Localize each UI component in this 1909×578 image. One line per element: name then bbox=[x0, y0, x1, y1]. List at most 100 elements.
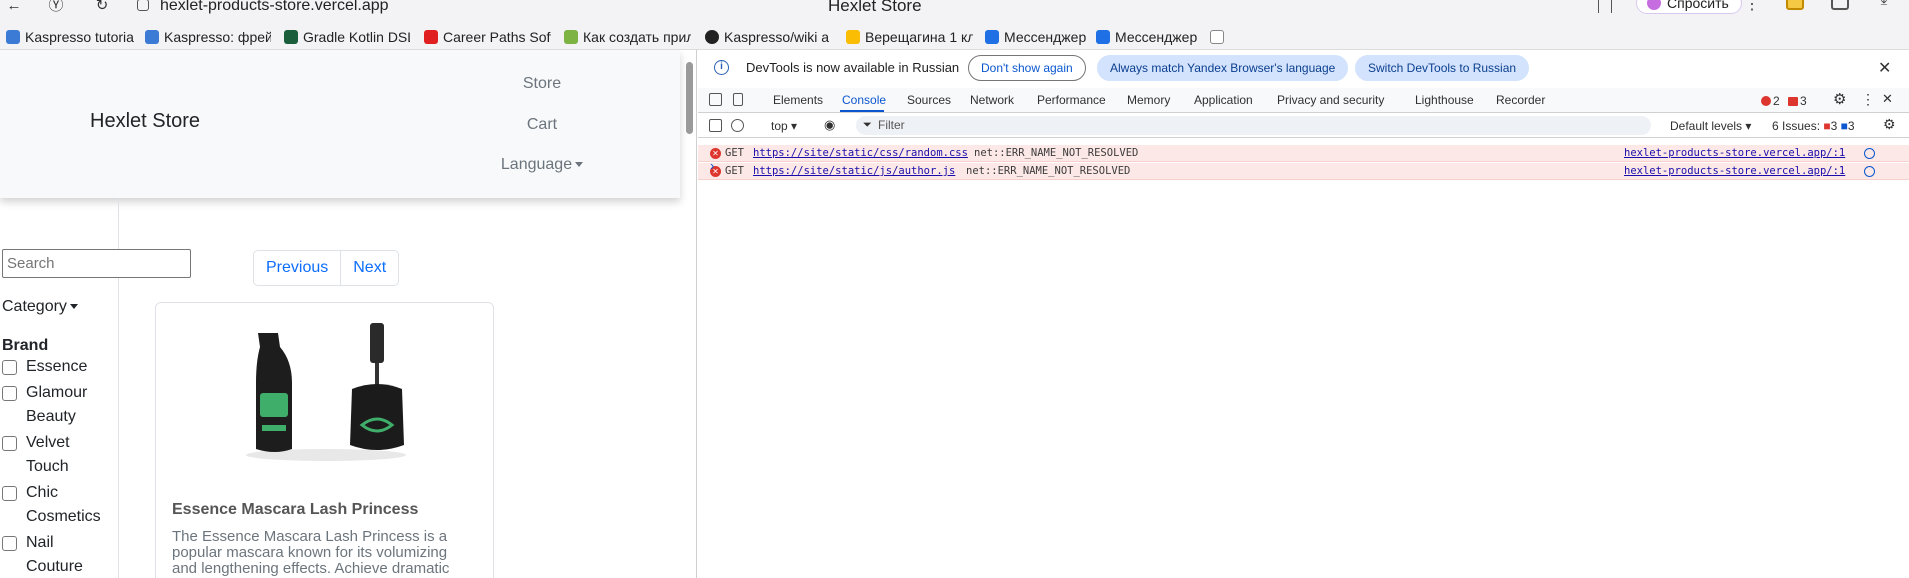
settings-icon[interactable]: ⚙ bbox=[1833, 90, 1846, 108]
drive-icon bbox=[846, 30, 860, 44]
issue-blue-icon: ■ bbox=[1840, 119, 1848, 133]
sidebar-toggle-icon[interactable] bbox=[709, 119, 722, 132]
checkbox[interactable] bbox=[2, 360, 17, 375]
brand-checkbox-item[interactable]: Chic Cosmetics bbox=[2, 481, 112, 529]
youtube-icon bbox=[424, 30, 438, 44]
eye-icon[interactable]: ◉ bbox=[824, 117, 835, 133]
page-scrollbar[interactable] bbox=[686, 62, 693, 134]
active-tab-indicator bbox=[840, 110, 884, 112]
product-description: The Essence Mascara Lash Princess is a p… bbox=[172, 528, 450, 577]
bookmark-item[interactable]: Kaspresso: фрейм bbox=[145, 26, 271, 48]
category-dropdown[interactable]: Category bbox=[2, 298, 78, 316]
bookmark-item[interactable]: Career Paths Softv bbox=[424, 26, 551, 48]
bookmark-item[interactable]: Как создать прил bbox=[564, 26, 691, 48]
bookmark-item[interactable]: Мессенджер bbox=[985, 26, 1089, 48]
tab-recorder[interactable]: Recorder bbox=[1496, 93, 1545, 107]
browser-chrome: ← Ⓨ ↻ hexlet-products-store.vercel.app H… bbox=[0, 0, 1909, 50]
brand-filter-heading: Brand bbox=[2, 337, 49, 354]
error-count-badge[interactable]: 2 bbox=[1761, 94, 1780, 108]
messenger-icon bbox=[985, 30, 999, 44]
yandex-icon[interactable]: Ⓨ bbox=[48, 0, 64, 14]
tab-console[interactable]: Console bbox=[842, 93, 886, 107]
checkbox[interactable] bbox=[2, 436, 17, 451]
bookmark-icon[interactable] bbox=[1598, 0, 1612, 13]
console-toolbar: top ▾ ◉ Filter ⏷ Default levels ▾ 6 Issu… bbox=[698, 114, 1909, 138]
levels-dropdown[interactable]: Default levels ▾ bbox=[1670, 119, 1751, 133]
back-icon[interactable]: ← bbox=[6, 0, 22, 14]
product-card[interactable]: Essence Mascara Lash Princess The Essenc… bbox=[155, 302, 494, 578]
switch-devtools-language-button[interactable]: Switch DevTools to Russian bbox=[1355, 55, 1530, 81]
nav-store-link[interactable]: Store bbox=[500, 75, 584, 93]
brand-checkbox-item[interactable]: Essence bbox=[2, 355, 112, 379]
console-prompt[interactable]: › bbox=[710, 158, 714, 173]
tab-sources[interactable]: Sources bbox=[907, 93, 951, 107]
reload-icon[interactable]: ↻ bbox=[94, 0, 110, 14]
address-bar[interactable]: hexlet-products-store.vercel.app bbox=[160, 0, 389, 15]
dont-show-again-button[interactable]: Don't show again bbox=[968, 55, 1086, 81]
bookmark-favicon-icon bbox=[6, 30, 20, 44]
next-button[interactable]: Next bbox=[340, 251, 398, 285]
search-input[interactable] bbox=[2, 249, 191, 278]
tab-network[interactable]: Network bbox=[970, 93, 1014, 107]
filter-icon: ⏷ bbox=[863, 119, 872, 131]
error-icon bbox=[1761, 96, 1771, 106]
warning-count-badge[interactable]: 3 bbox=[1788, 94, 1807, 108]
tab-lighthouse[interactable]: Lighthouse bbox=[1415, 93, 1474, 107]
tab-performance[interactable]: Performance bbox=[1037, 93, 1106, 107]
bookmark-item[interactable]: Gradle Kotlin DSL bbox=[284, 26, 410, 48]
error-text: net::ERR_NAME_NOT_RESOLVED bbox=[974, 147, 1139, 159]
bookmark-item[interactable]: Мессенджер bbox=[1096, 26, 1200, 48]
inspect-element-icon[interactable] bbox=[709, 93, 722, 106]
context-selector[interactable]: top ▾ bbox=[771, 119, 797, 133]
nav-cart-link[interactable]: Cart bbox=[500, 116, 584, 134]
ask-label: Спросить bbox=[1667, 0, 1729, 11]
issues-counter[interactable]: 6 Issues: ■3 ■3 bbox=[1772, 119, 1855, 133]
info-icon: i bbox=[714, 60, 729, 75]
devtools-panel: i DevTools is now available in Russian D… bbox=[698, 50, 1909, 578]
wallet-icon[interactable] bbox=[1786, 0, 1804, 10]
brand-link[interactable]: Hexlet Store bbox=[90, 110, 200, 133]
source-link[interactable]: hexlet-products-store.vercel.app/:1 bbox=[1624, 145, 1845, 162]
page-icon bbox=[1210, 30, 1224, 44]
bookmark-item[interactable]: Верещагина 1 кл bbox=[846, 26, 973, 48]
previous-button[interactable]: Previous bbox=[254, 251, 340, 285]
more-options-icon[interactable]: ⋮ bbox=[1861, 91, 1875, 108]
device-toolbar-icon[interactable] bbox=[733, 93, 743, 106]
tab-privacy-security[interactable]: Privacy and security bbox=[1277, 93, 1384, 107]
bookmark-item[interactable]: Kaspresso/wiki at bbox=[705, 26, 829, 48]
checkbox[interactable] bbox=[2, 486, 17, 501]
close-devtools-icon[interactable]: ✕ bbox=[1882, 91, 1893, 107]
download-icon[interactable]: ⤓ bbox=[1876, 0, 1892, 8]
network-globe-icon[interactable] bbox=[1864, 148, 1875, 159]
collections-icon[interactable] bbox=[1831, 0, 1849, 10]
lock-icon bbox=[137, 0, 149, 11]
network-globe-icon[interactable] bbox=[1864, 166, 1875, 177]
menu-icon[interactable]: ⋮ bbox=[1744, 0, 1760, 14]
tab-application[interactable]: Application bbox=[1194, 93, 1253, 107]
error-url-link[interactable]: https://site/static/js/author.js bbox=[753, 163, 955, 180]
console-settings-icon[interactable]: ⚙ bbox=[1883, 116, 1896, 133]
tab-memory[interactable]: Memory bbox=[1127, 93, 1170, 107]
android-icon bbox=[564, 30, 578, 44]
tab-elements[interactable]: Elements bbox=[773, 93, 823, 107]
brand-checkbox-item[interactable]: Nail Couture bbox=[2, 531, 112, 578]
nav-language-dropdown[interactable]: Language bbox=[500, 156, 584, 174]
brand-checkbox-item[interactable]: Glamour Beauty bbox=[2, 381, 112, 429]
web-page: Hexlet Store Store Cart Language Previou… bbox=[0, 50, 697, 578]
checkbox[interactable] bbox=[2, 536, 17, 551]
bookmark-item[interactable]: Kaspresso tutorial bbox=[6, 26, 134, 48]
ask-button[interactable]: Спросить bbox=[1636, 0, 1742, 14]
brand-checkbox-item[interactable]: Velvet Touch bbox=[2, 431, 112, 479]
error-url-link[interactable]: https://site/static/css/random.css bbox=[753, 145, 968, 162]
checkbox[interactable] bbox=[2, 386, 17, 401]
bookmark-item[interactable] bbox=[1210, 26, 1226, 48]
filter-input[interactable]: Filter bbox=[856, 116, 1651, 135]
clear-console-icon[interactable] bbox=[731, 119, 744, 132]
product-title[interactable]: Essence Mascara Lash Princess bbox=[172, 501, 418, 519]
github-icon bbox=[705, 30, 719, 44]
infobar-text: DevTools is now available in Russian bbox=[746, 60, 960, 75]
alice-icon bbox=[1647, 0, 1661, 10]
always-match-language-button[interactable]: Always match Yandex Browser's language bbox=[1097, 55, 1349, 81]
source-link[interactable]: hexlet-products-store.vercel.app/:1 bbox=[1624, 163, 1845, 180]
close-icon[interactable]: ✕ bbox=[1878, 58, 1891, 78]
